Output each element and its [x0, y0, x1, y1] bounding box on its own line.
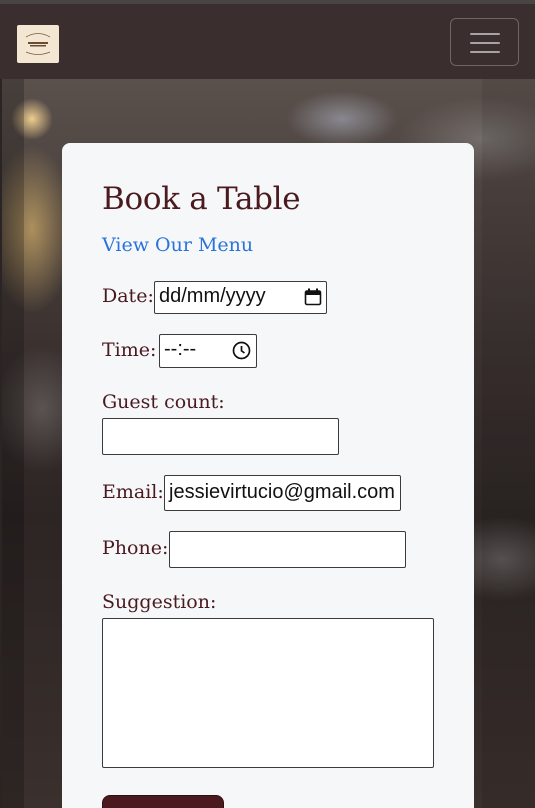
suggestion-textarea[interactable] — [102, 618, 434, 768]
time-input[interactable]: --:-- — [159, 334, 257, 368]
date-placeholder: dd/mm/yyyy — [159, 285, 266, 307]
submit-button[interactable] — [102, 795, 224, 808]
email-label: Email: — [102, 481, 164, 503]
calendar-icon[interactable] — [304, 288, 322, 312]
bg-shade — [2, 79, 24, 808]
menu-bar — [470, 42, 500, 44]
menu-bar — [470, 33, 500, 35]
guest-count-label: Guest count: — [102, 391, 225, 413]
navbar — [0, 4, 535, 79]
phone-label: Phone: — [102, 537, 169, 559]
restaurant-logo-icon[interactable] — [17, 25, 59, 63]
date-label: Date: — [102, 285, 154, 307]
email-input[interactable]: jessievirtucio@gmail.com — [164, 475, 401, 511]
time-label: Time: — [102, 339, 157, 361]
bg-shade — [482, 79, 535, 808]
suggestion-label: Suggestion: — [102, 591, 217, 613]
date-input[interactable]: dd/mm/yyyy — [154, 281, 327, 314]
page-title: Book a Table — [102, 181, 301, 217]
guest-count-input[interactable] — [102, 418, 339, 455]
clock-icon[interactable] — [232, 341, 251, 366]
resize-handle-icon[interactable] — [425, 759, 433, 767]
email-value: jessievirtucio@gmail.com — [169, 481, 395, 503]
view-menu-link[interactable]: View Our Menu — [102, 234, 253, 256]
time-placeholder: --:-- — [164, 338, 197, 360]
page: Book a Table View Our Menu Date: dd/mm/y… — [0, 0, 535, 808]
menu-bar — [470, 51, 500, 53]
hamburger-menu-icon[interactable] — [450, 18, 519, 66]
phone-input[interactable] — [169, 531, 406, 568]
